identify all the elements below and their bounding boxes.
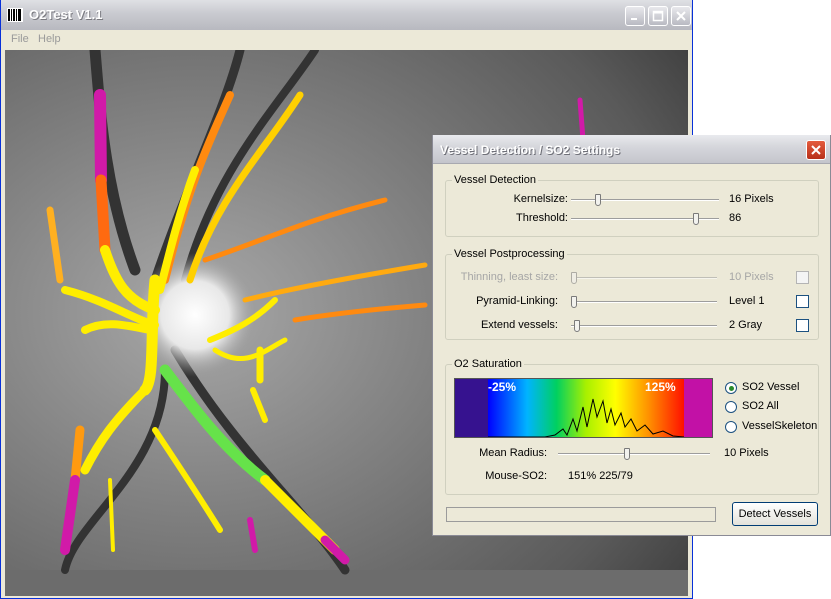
kernelsize-slider[interactable] xyxy=(571,194,719,206)
o2-saturation-group: O2 Saturation -25% 125% SO2 Vessel SO2 A… xyxy=(445,358,819,495)
menu-file[interactable]: File xyxy=(11,33,29,45)
extend-vessels-slider-thumb[interactable] xyxy=(574,320,580,332)
kernelsize-value: 16 Pixels xyxy=(729,193,774,205)
mean-radius-label: Mean Radius: xyxy=(479,447,547,459)
threshold-value: 86 xyxy=(729,212,742,224)
pyramid-linking-label: Pyramid-Linking: xyxy=(476,295,558,307)
barcode-app-icon xyxy=(7,8,23,22)
radio-vessel-skeleton[interactable] xyxy=(725,421,737,433)
extend-vessels-label: Extend vessels: xyxy=(480,319,558,331)
maximize-icon xyxy=(652,10,664,22)
close-icon xyxy=(676,11,686,21)
radio-so2-all-label[interactable]: SO2 All xyxy=(742,400,779,412)
thinning-slider-thumb[interactable] xyxy=(571,272,577,284)
menu-help[interactable]: Help xyxy=(38,33,61,45)
mouse-so2-value: 151% 225/79 xyxy=(568,470,633,482)
close-icon xyxy=(811,145,821,155)
dialog-title: Vessel Detection / SO2 Settings xyxy=(440,143,621,157)
pyramid-linking-slider-thumb[interactable] xyxy=(571,296,577,308)
o2-saturation-title: O2 Saturation xyxy=(452,358,524,370)
radio-so2-vessel-label[interactable]: SO2 Vessel xyxy=(742,381,799,393)
thinning-checkbox[interactable] xyxy=(796,271,809,284)
vessel-postprocessing-title: Vessel Postprocessing xyxy=(452,248,567,260)
so2-spectrum-histogram: -25% 125% xyxy=(454,378,713,438)
main-titlebar[interactable]: O2Test V1.1 xyxy=(1,0,692,30)
pyramid-linking-value: Level 1 xyxy=(729,295,765,307)
maximize-button[interactable] xyxy=(648,6,668,26)
thinning-label: Thinning, least size: xyxy=(460,271,558,283)
vessel-postprocessing-group: Vessel Postprocessing Thinning, least si… xyxy=(445,248,819,340)
progress-bar xyxy=(446,507,716,522)
thinning-value: 10 Pixels xyxy=(729,271,774,283)
vessel-detection-group: Vessel Detection Kernelsize: 16 Pixels T… xyxy=(445,174,819,237)
detect-vessels-button[interactable]: Detect Vessels xyxy=(732,502,818,526)
radio-vessel-skeleton-label[interactable]: VesselSkeleton xyxy=(742,420,817,432)
extend-vessels-slider[interactable] xyxy=(571,320,717,332)
extend-vessels-checkbox[interactable] xyxy=(796,319,809,332)
spectrum-max-label: 125% xyxy=(645,380,676,394)
radio-so2-vessel[interactable] xyxy=(725,382,737,394)
radio-so2-all[interactable] xyxy=(725,401,737,413)
minimize-icon xyxy=(631,18,637,20)
dialog-close-button[interactable] xyxy=(806,140,826,160)
mean-radius-slider-thumb[interactable] xyxy=(624,448,630,460)
close-button[interactable] xyxy=(671,6,691,26)
threshold-slider-thumb[interactable] xyxy=(693,213,699,225)
pyramid-linking-checkbox[interactable] xyxy=(796,295,809,308)
menu-bar: File Help xyxy=(1,30,692,48)
mean-radius-slider[interactable] xyxy=(558,448,710,460)
minimize-button[interactable] xyxy=(625,6,645,26)
pyramid-linking-slider[interactable] xyxy=(571,296,717,308)
vessel-detection-title: Vessel Detection xyxy=(452,174,538,186)
threshold-slider[interactable] xyxy=(571,213,719,225)
kernelsize-label: Kernelsize: xyxy=(513,193,568,205)
mouse-so2-label: Mouse-SO2: xyxy=(485,470,547,482)
spectrum-min-label: -25% xyxy=(488,380,517,394)
mean-radius-value: 10 Pixels xyxy=(724,447,769,459)
settings-dialog: Vessel Detection / SO2 Settings Vessel D… xyxy=(432,135,831,536)
radio-selected-dot xyxy=(729,386,734,391)
threshold-label: Threshold: xyxy=(516,212,568,224)
dialog-titlebar[interactable]: Vessel Detection / SO2 Settings xyxy=(433,135,830,164)
kernelsize-slider-thumb[interactable] xyxy=(595,194,601,206)
extend-vessels-value: 2 Gray xyxy=(729,319,763,331)
thinning-slider[interactable] xyxy=(571,272,717,284)
main-window-title: O2Test V1.1 xyxy=(29,7,103,22)
